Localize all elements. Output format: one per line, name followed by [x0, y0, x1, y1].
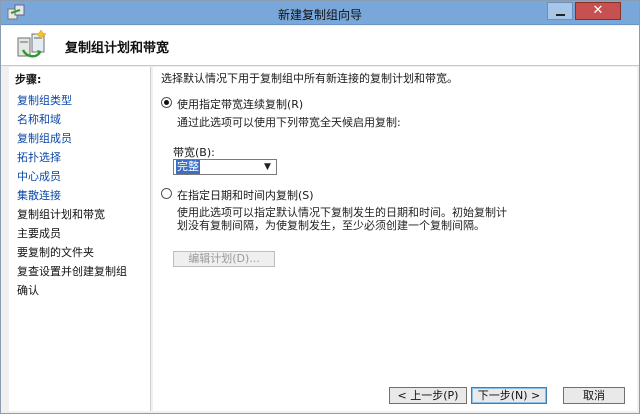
step-group-members[interactable]: 复制组成员 — [17, 130, 72, 146]
wizard-content: 选择默认情况下用于复制组中所有新连接的复制计划和带宽。 使用指定带宽连续复制(R… — [153, 67, 637, 411]
step-primary-member: 主要成员 — [17, 227, 61, 240]
steps-heading: 步骤: — [15, 73, 42, 86]
minimize-button[interactable] — [547, 2, 573, 20]
bandwidth-selected-value: 完整 — [176, 160, 200, 174]
step-replication-group-type[interactable]: 复制组类型 — [17, 92, 72, 108]
chevron-down-icon[interactable]: ▼ — [261, 160, 274, 174]
step-schedule-and-bandwidth: 复制组计划和带宽 — [17, 208, 105, 221]
continuous-replication-radio[interactable] — [161, 97, 172, 108]
page-description: 选择默认情况下用于复制组中所有新连接的复制计划和带宽。 — [161, 72, 458, 85]
replication-wizard-icon — [17, 30, 47, 58]
continuous-replication-label[interactable]: 使用指定带宽连续复制(R) — [177, 96, 303, 112]
wizard-window: 新建复制组向导 ✕ 复制组计划和带宽 步骤: 复制组类型 名称和域 复制组成员 … — [0, 0, 640, 414]
next-button[interactable]: 下一步(N) > — [471, 387, 547, 404]
step-review-and-create: 复查设置并创建复制组 — [17, 265, 127, 278]
close-button[interactable]: ✕ — [575, 2, 621, 20]
wizard-header: 复制组计划和带宽 — [1, 26, 639, 66]
scheduled-replication-radio[interactable] — [161, 188, 172, 199]
step-folders-to-replicate: 要复制的文件夹 — [17, 246, 94, 259]
step-name-and-domain[interactable]: 名称和域 — [17, 111, 61, 127]
bandwidth-label: 带宽(B): — [173, 146, 215, 159]
step-topology-selection[interactable]: 拓扑选择 — [17, 149, 61, 165]
title-bar[interactable]: 新建复制组向导 ✕ — [1, 1, 639, 25]
window-title: 新建复制组向导 — [277, 8, 362, 22]
scheduled-replication-subtext-line2: 划没有复制间隔，为使复制发生，至少必须创建一个复制间隔。 — [177, 219, 485, 232]
step-confirmation: 确认 — [17, 284, 39, 297]
continuous-replication-subtext: 通过此选项可以使用下列带宽全天候启用复制: — [177, 116, 401, 129]
step-hub-spoke-connections[interactable]: 集散连接 — [17, 187, 61, 203]
step-hub-members[interactable]: 中心成员 — [17, 168, 61, 184]
page-title: 复制组计划和带宽 — [65, 41, 170, 56]
edit-schedule-button: 编辑计划(D)... — [173, 251, 275, 267]
bandwidth-select[interactable]: 完整 ▼ — [173, 159, 277, 175]
cancel-button[interactable]: 取消 — [563, 387, 625, 404]
scheduled-replication-label[interactable]: 在指定日期和时间内复制(S) — [177, 187, 314, 203]
back-button[interactable]: < 上一步(P) — [389, 387, 467, 404]
steps-sidebar: 步骤: 复制组类型 名称和域 复制组成员 拓扑选择 中心成员 集散连接 复制组计… — [9, 67, 151, 411]
